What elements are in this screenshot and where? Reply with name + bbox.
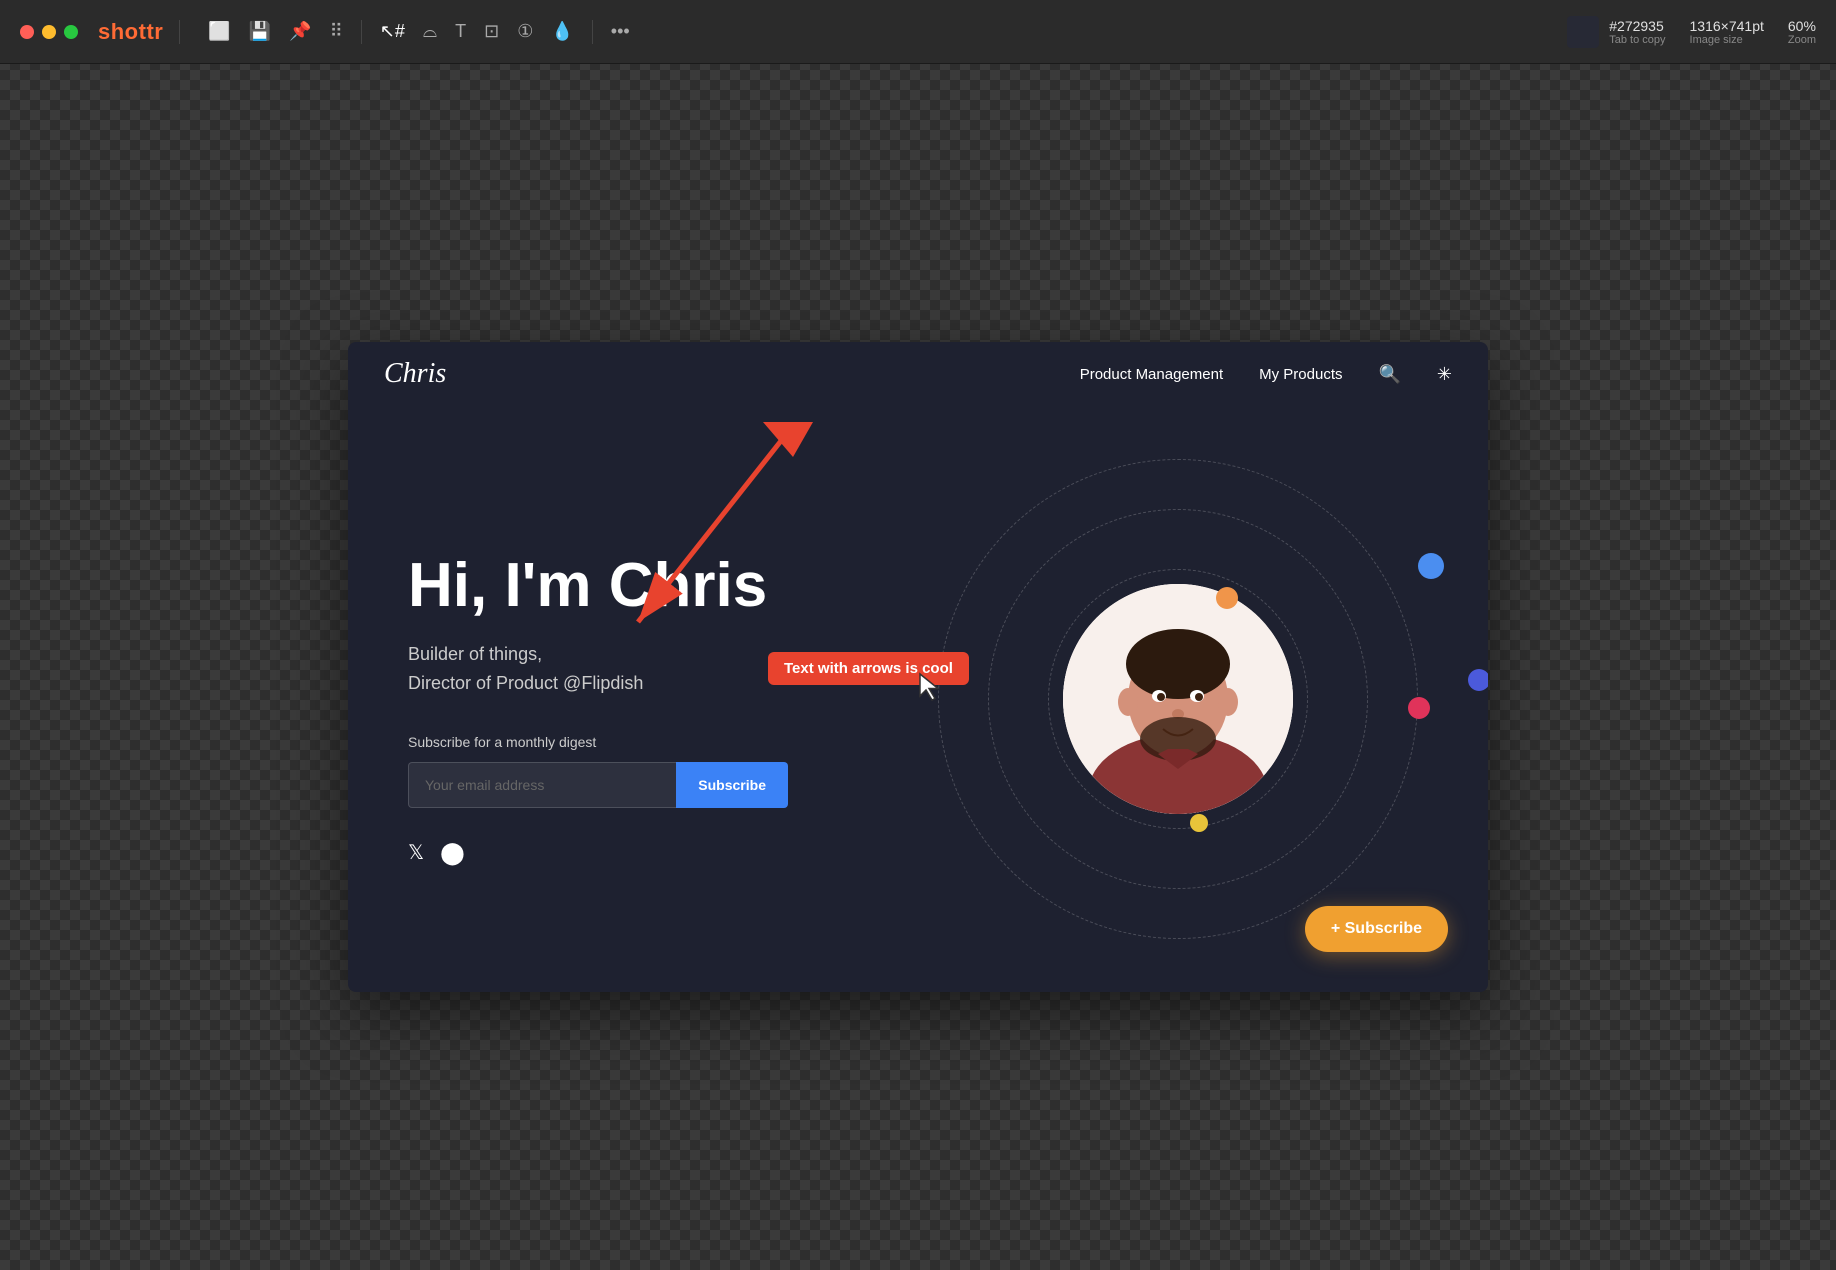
number-icon[interactable]: ① (517, 21, 533, 42)
orbital-dot-yellow (1190, 814, 1208, 832)
social-icons: 𝕏 ⬤ (408, 840, 928, 866)
grid-icon[interactable]: ⠿ (330, 21, 343, 42)
site-content: Hi, I'm Chris Builder of things, Directo… (348, 406, 1488, 992)
zoom-label: Zoom (1788, 34, 1816, 46)
color-info: #272935 Tab to copy (1609, 18, 1665, 46)
avatar (1063, 584, 1293, 814)
traffic-lights (20, 25, 78, 39)
email-input[interactable] (408, 762, 676, 808)
site-nav-links: Product Management My Products 🔍 ✳ (1080, 364, 1452, 385)
image-size-label: Image size (1690, 34, 1764, 46)
image-size-value: 1316×741pt (1690, 18, 1764, 34)
nav-link-product-management[interactable]: Product Management (1080, 366, 1223, 383)
color-swatch (1567, 16, 1599, 48)
subscribe-button[interactable]: Subscribe (676, 762, 788, 808)
dropper-icon[interactable]: 💧 (551, 21, 573, 42)
app-name: shottr (98, 19, 163, 45)
tab-to-copy-label: Tab to copy (1609, 34, 1665, 46)
floating-subscribe-button[interactable]: + Subscribe (1305, 906, 1448, 952)
color-hex-value: #272935 (1609, 18, 1665, 34)
separator (179, 20, 180, 44)
close-button[interactable] (20, 25, 34, 39)
crop-icon[interactable]: ⊡ (484, 21, 499, 42)
separator-2 (361, 20, 362, 44)
website-card: Chris Product Management My Products 🔍 ✳… (348, 342, 1488, 992)
lasso-icon[interactable]: ⌓ (423, 21, 437, 42)
top-bar: shottr ⬜ 💾 📌 ⠿ ↖# ⌓ T ⊡ ① 💧 ••• #272935 (0, 0, 1836, 64)
brightness-icon[interactable]: ✳ (1437, 364, 1452, 385)
subscribe-form: Subscribe (408, 762, 788, 808)
orbital-dot-blue-bottom (1418, 553, 1444, 579)
nav-link-my-products[interactable]: My Products (1259, 366, 1342, 383)
twitter-icon[interactable]: 𝕏 (408, 840, 424, 865)
avatar-person (1063, 584, 1293, 814)
site-navbar: Chris Product Management My Products 🔍 ✳ (348, 342, 1488, 406)
zoom-info: 60% Zoom (1788, 18, 1816, 46)
site-left: Hi, I'm Chris Builder of things, Directo… (408, 532, 928, 866)
site-heading: Hi, I'm Chris (408, 552, 928, 620)
search-icon[interactable]: 🔍 (1378, 364, 1400, 385)
orbital-dot-red (1408, 697, 1430, 719)
github-icon[interactable]: ⬤ (440, 840, 465, 866)
color-indicator[interactable]: #272935 Tab to copy (1567, 16, 1665, 48)
toolbar: ⬜ 💾 📌 ⠿ ↖# ⌓ T ⊡ ① 💧 ••• (208, 20, 629, 44)
orbital-dot-orange (1216, 587, 1238, 609)
subtitle-line2: Director of Product @Flipdish (408, 673, 643, 693)
text-icon[interactable]: T (455, 21, 466, 42)
pin-icon[interactable]: 📌 (289, 21, 311, 42)
canvas-area: Chris Product Management My Products 🔍 ✳… (0, 64, 1836, 1270)
topbar-right: #272935 Tab to copy 1316×741pt Image siz… (1567, 16, 1816, 48)
save-icon[interactable]: 💾 (249, 21, 271, 42)
orbital-dot-blue-top (1468, 669, 1488, 691)
subtitle-line1: Builder of things, (408, 644, 542, 664)
copy-icon[interactable]: ⬜ (208, 21, 230, 42)
separator-3 (592, 20, 593, 44)
annotation-tooltip: Text with arrows is cool (768, 652, 969, 685)
annotation-tooltip-text: Text with arrows is cool (784, 660, 953, 677)
cursor-plus-icon[interactable]: ↖# (380, 21, 405, 42)
image-size-info: 1316×741pt Image size (1690, 18, 1764, 46)
site-right (928, 449, 1428, 949)
more-icon[interactable]: ••• (611, 21, 630, 42)
maximize-button[interactable] (64, 25, 78, 39)
site-logo[interactable]: Chris (384, 358, 446, 390)
subscribe-label: Subscribe for a monthly digest (408, 734, 928, 750)
minimize-button[interactable] (42, 25, 56, 39)
zoom-value: 60% (1788, 18, 1816, 34)
